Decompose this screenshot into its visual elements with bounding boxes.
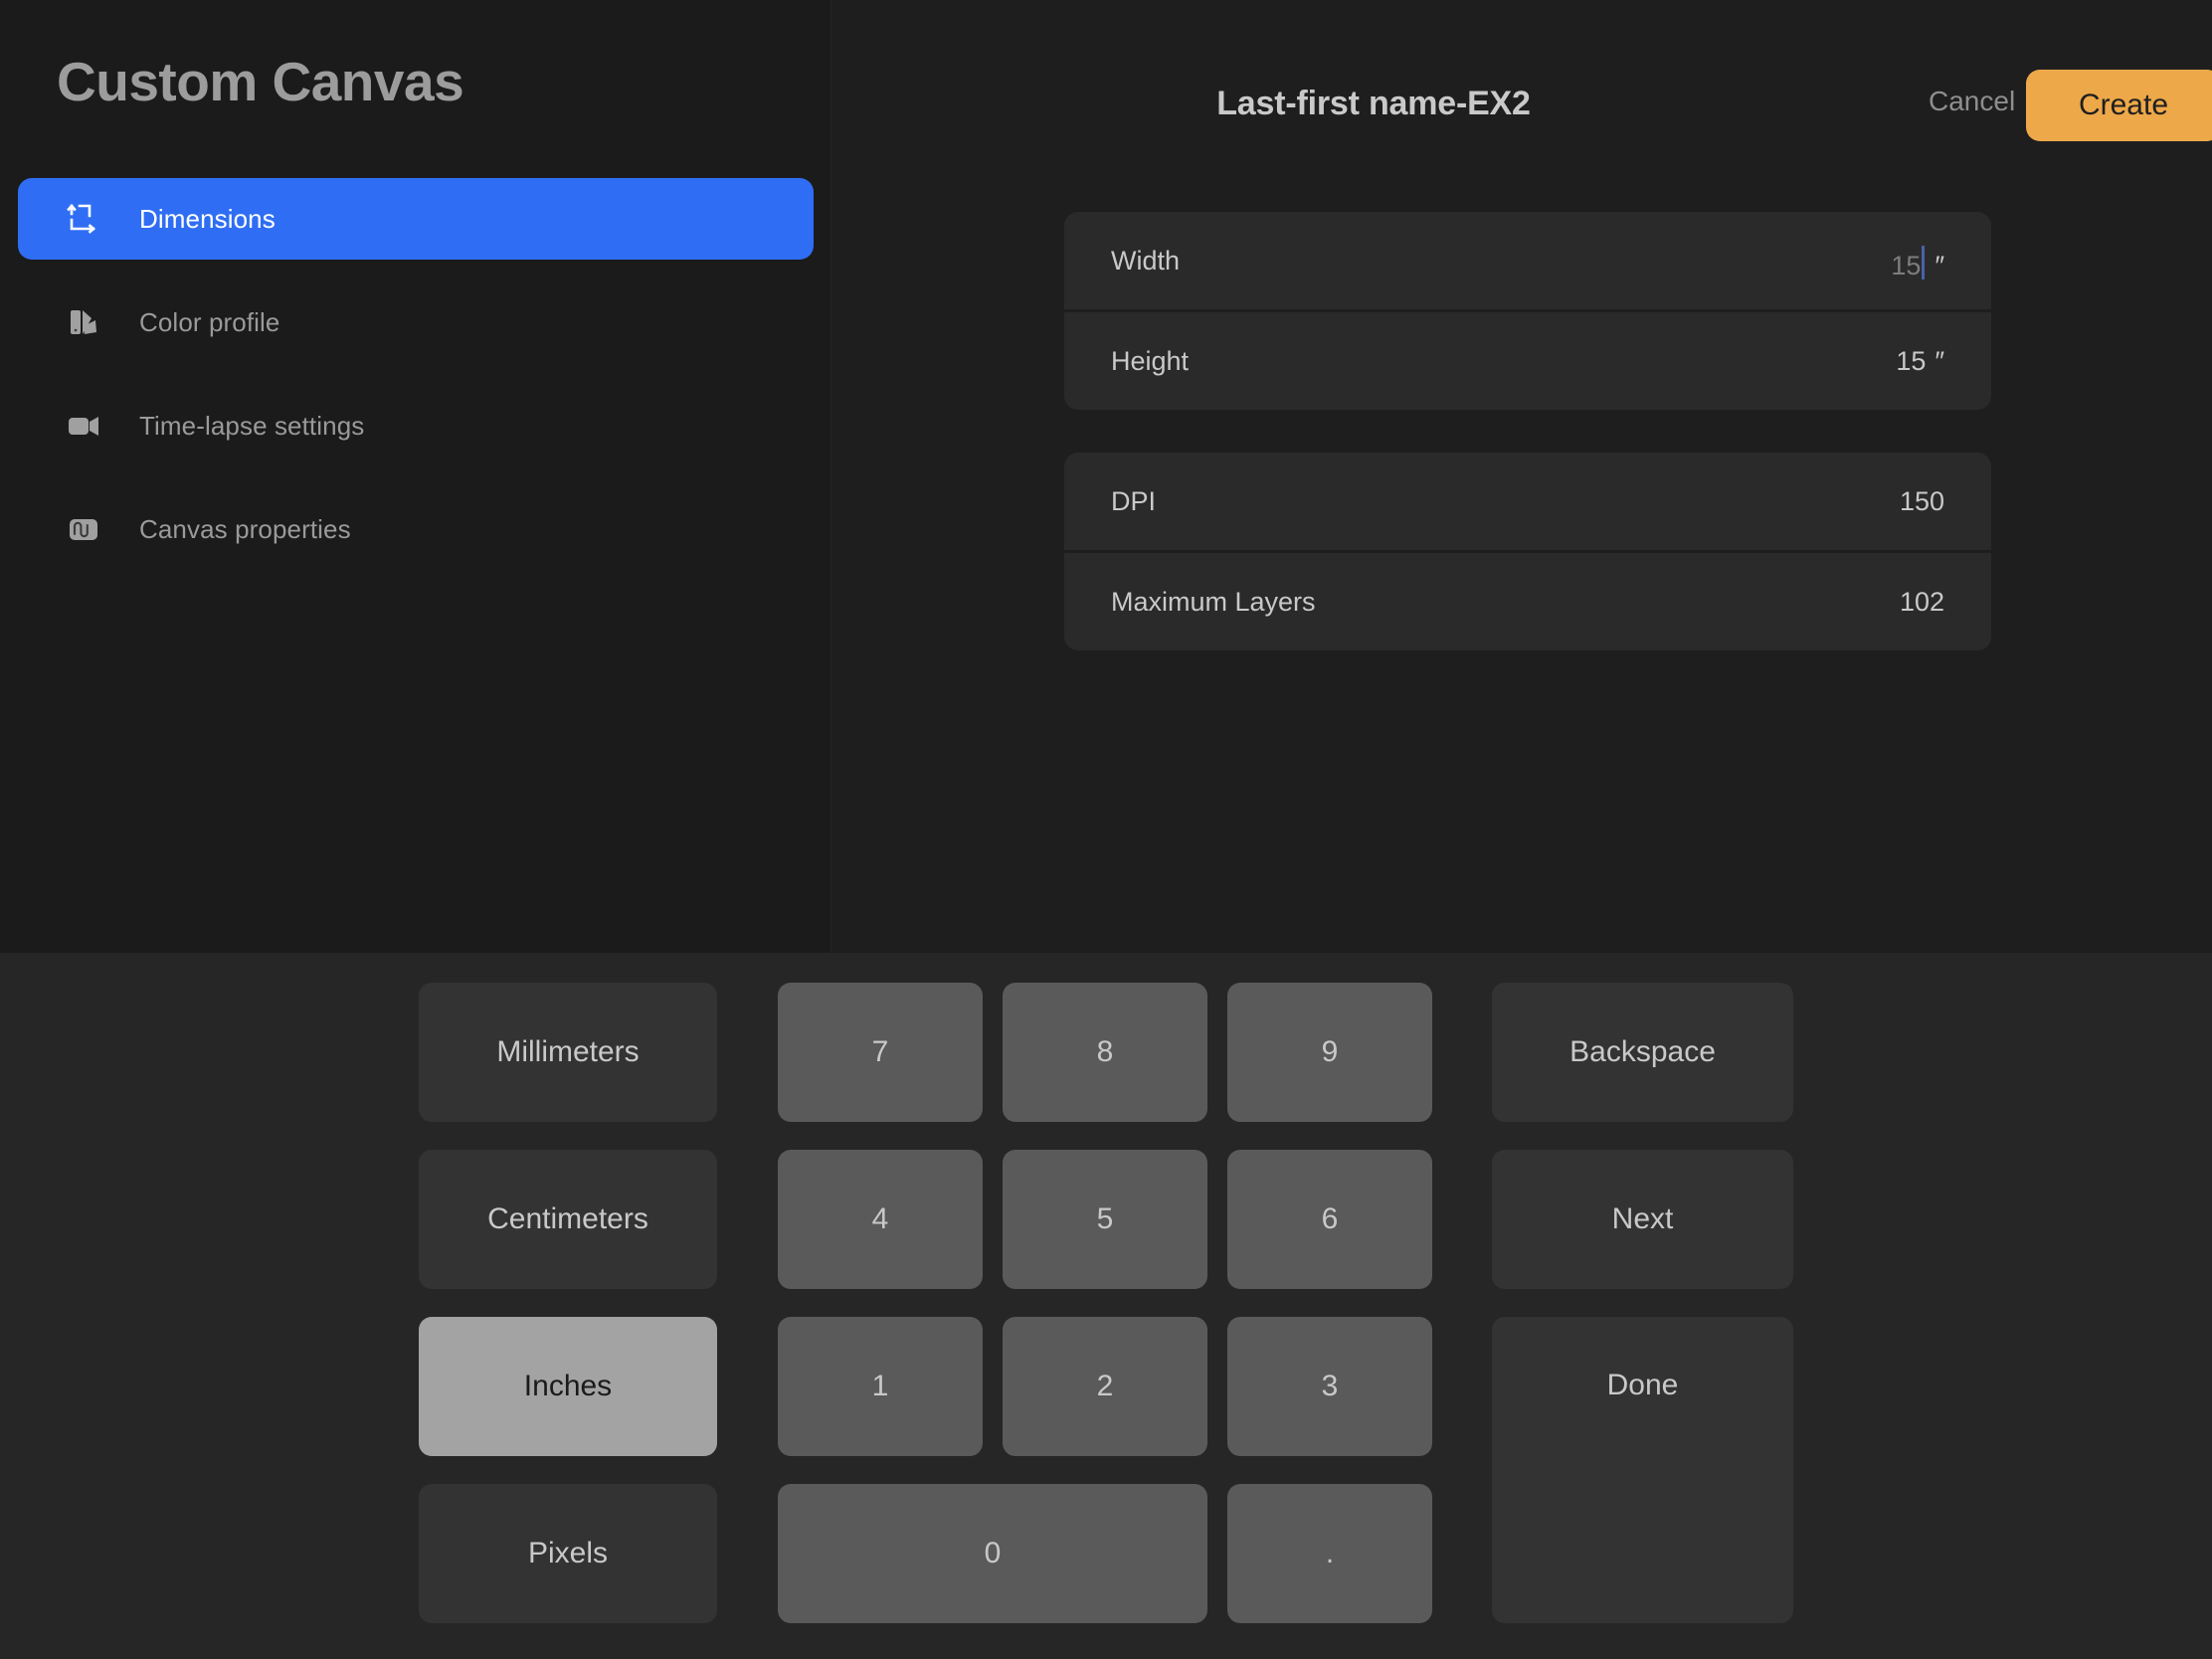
- dpi-input[interactable]: 150: [1900, 486, 1944, 517]
- header-bar: Last-first name-EX2 Cancel Create: [831, 66, 2212, 141]
- maximum-layers-field-row: Maximum Layers 102: [1064, 553, 1991, 650]
- width-value-wrap: 15 ″: [1891, 241, 1944, 281]
- page-title: Custom Canvas: [57, 51, 464, 112]
- dpi-label: DPI: [1111, 485, 1157, 516]
- sidebar-item-color-profile[interactable]: Color profile: [18, 281, 814, 363]
- width-label: Width: [1111, 245, 1181, 276]
- sidebar-item-label: Canvas properties: [139, 513, 351, 544]
- width-field-row[interactable]: Width 15 ″: [1064, 212, 1991, 309]
- width-unit: ″: [1935, 250, 1944, 280]
- numpad-key-1[interactable]: 1: [778, 1317, 983, 1456]
- numpad-key-3[interactable]: 3: [1227, 1317, 1432, 1456]
- dimensions-field-group: Width 15 ″ Height 15 ″: [1064, 212, 1991, 410]
- color-swatch-icon: [66, 304, 101, 340]
- create-button[interactable]: Create: [2026, 70, 2212, 141]
- unit-key-inches[interactable]: Inches: [419, 1317, 717, 1456]
- main-panel: Last-first name-EX2 Cancel Create Width …: [831, 0, 2212, 953]
- sidebar-item-label: Color profile: [139, 306, 280, 337]
- top-area: Custom Canvas Dimensions Color profile T…: [0, 0, 2212, 953]
- width-input[interactable]: 15: [1891, 251, 1921, 281]
- numeric-keypad: Millimeters Centimeters Inches Pixels 7 …: [0, 953, 2212, 1659]
- maximum-layers-label: Maximum Layers: [1111, 586, 1316, 617]
- sidebar-item-dimensions[interactable]: Dimensions: [18, 178, 814, 260]
- next-key[interactable]: Next: [1492, 1150, 1793, 1289]
- numpad-key-7[interactable]: 7: [778, 983, 983, 1122]
- unit-key-pixels[interactable]: Pixels: [419, 1484, 717, 1623]
- sidebar-nav: Dimensions Color profile Time-lapse sett…: [18, 178, 814, 592]
- canvas-properties-icon: [66, 511, 101, 547]
- numpad-key-8[interactable]: 8: [1003, 983, 1207, 1122]
- numpad-key-2[interactable]: 2: [1003, 1317, 1207, 1456]
- cancel-button[interactable]: Cancel: [1929, 86, 2015, 117]
- dpi-field-row[interactable]: DPI 150: [1064, 453, 1991, 550]
- maximum-layers-value-wrap: 102: [1900, 587, 1944, 618]
- sidebar-item-label: Dimensions: [139, 203, 276, 234]
- sidebar-item-label: Time-lapse settings: [139, 410, 365, 441]
- height-input[interactable]: 15: [1896, 346, 1926, 377]
- numpad-key-6[interactable]: 6: [1227, 1150, 1432, 1289]
- text-caret: [1922, 245, 1926, 279]
- sidebar: Custom Canvas Dimensions Color profile T…: [0, 0, 831, 953]
- height-label: Height: [1111, 345, 1190, 376]
- backspace-key[interactable]: Backspace: [1492, 983, 1793, 1122]
- height-value-wrap: 15 ″: [1896, 346, 1944, 377]
- unit-key-millimeters[interactable]: Millimeters: [419, 983, 717, 1122]
- dpi-value-wrap: 150: [1900, 486, 1944, 517]
- height-unit: ″: [1935, 345, 1944, 376]
- numpad-key-5[interactable]: 5: [1003, 1150, 1207, 1289]
- height-field-row[interactable]: Height 15 ″: [1064, 312, 1991, 410]
- sidebar-item-time-lapse-settings[interactable]: Time-lapse settings: [18, 385, 814, 466]
- numpad-key-decimal[interactable]: .: [1227, 1484, 1432, 1623]
- numpad-key-9[interactable]: 9: [1227, 983, 1432, 1122]
- custom-canvas-dialog: Custom Canvas Dimensions Color profile T…: [0, 0, 2212, 1659]
- document-title: Last-first name-EX2: [1216, 84, 1531, 122]
- numpad-key-0[interactable]: 0: [778, 1484, 1207, 1623]
- maximum-layers-value: 102: [1899, 586, 1944, 617]
- sidebar-item-canvas-properties[interactable]: Canvas properties: [18, 488, 814, 570]
- video-camera-icon: [66, 408, 101, 444]
- done-key[interactable]: Done: [1492, 1317, 1793, 1623]
- canvas-limits-field-group: DPI 150 Maximum Layers 102: [1064, 453, 1991, 650]
- resize-icon: [66, 201, 101, 237]
- numpad-key-4[interactable]: 4: [778, 1150, 983, 1289]
- unit-key-centimeters[interactable]: Centimeters: [419, 1150, 717, 1289]
